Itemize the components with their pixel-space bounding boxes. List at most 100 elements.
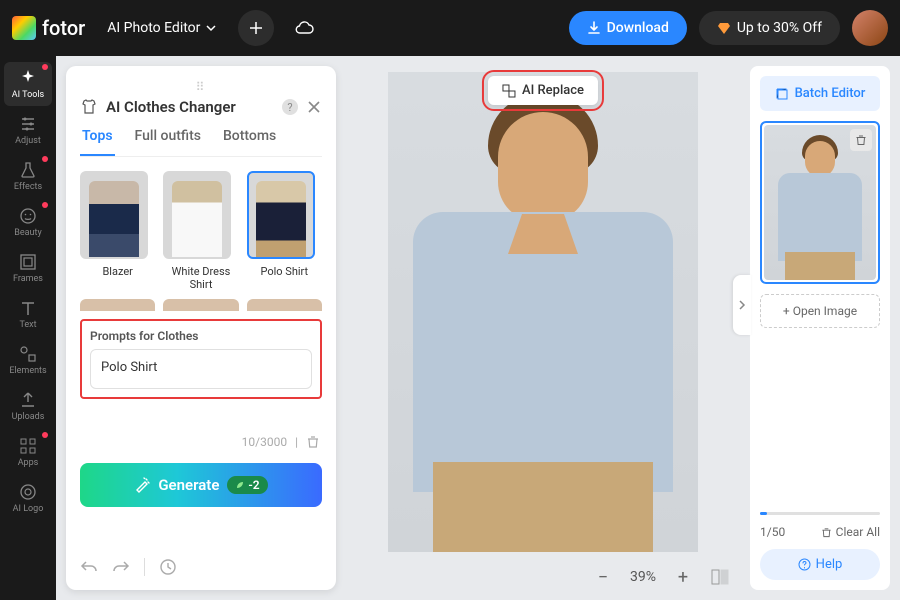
tool-effects[interactable]: Effects [4, 154, 52, 198]
trash-icon[interactable] [306, 435, 320, 449]
left-toolbar: AI Tools Adjust Effects Beauty Frames [0, 56, 56, 600]
image-thumbnail[interactable] [760, 121, 880, 284]
plus-icon [249, 21, 263, 35]
download-button[interactable]: Download [569, 11, 687, 45]
tool-elements[interactable]: Elements [4, 338, 52, 382]
open-image-label: Open Image [793, 304, 857, 318]
compare-icon[interactable] [710, 567, 730, 587]
close-icon[interactable] [306, 99, 322, 115]
frame-icon [18, 252, 38, 272]
user-avatar[interactable] [852, 10, 888, 46]
trash-icon [855, 134, 867, 146]
clear-all-button[interactable]: Clear All [821, 525, 880, 539]
tab-bottoms[interactable]: Bottoms [221, 128, 278, 156]
prompt-input-box[interactable]: Polo Shirt [90, 349, 312, 389]
upload-icon [18, 390, 38, 410]
tool-ai-tools[interactable]: AI Tools [4, 62, 52, 106]
undo-icon[interactable] [80, 558, 98, 576]
mode-dropdown[interactable]: AI Photo Editor [97, 14, 226, 42]
mode-label: AI Photo Editor [107, 20, 200, 36]
zoom-out-button[interactable]: − [590, 564, 616, 590]
ai-replace-badge[interactable]: AI Replace [488, 76, 598, 105]
help-button[interactable]: Help [760, 549, 880, 580]
sparkle-icon [18, 68, 38, 88]
tab-tops[interactable]: Tops [80, 128, 115, 156]
tool-label: Text [19, 320, 36, 330]
tool-text[interactable]: Text [4, 292, 52, 336]
generate-label: Generate [158, 476, 219, 494]
preset-polo-shirt[interactable] [247, 171, 315, 259]
divider: | [295, 435, 298, 449]
notification-dot [42, 156, 48, 162]
notification-dot [42, 202, 48, 208]
tshirt-icon [80, 98, 98, 116]
plus-inline: + [783, 304, 793, 318]
ai-clothes-panel: ⠿ AI Clothes Changer ? Tops Full outfits… [66, 66, 336, 590]
brand-logo[interactable]: fotor [12, 16, 85, 40]
top-bar: fotor AI Photo Editor Download Up to 30%… [0, 0, 900, 56]
tool-frames[interactable]: Frames [4, 246, 52, 290]
more-presets-peek [80, 299, 322, 311]
text-icon [18, 298, 38, 318]
delete-thumbnail-button[interactable] [850, 129, 872, 151]
cloud-icon [294, 21, 314, 35]
canvas-area: AI Replace − 39% + [336, 56, 750, 600]
stack-icon [775, 87, 789, 101]
open-image-button[interactable]: + Open Image [760, 294, 880, 328]
download-icon [587, 21, 601, 35]
page-indicator: 1/50 [760, 525, 785, 539]
download-label: Download [607, 20, 669, 36]
tab-full-outfits[interactable]: Full outfits [133, 128, 203, 156]
chevron-down-icon [206, 23, 216, 33]
grid-icon [18, 436, 38, 456]
canvas-image[interactable] [388, 72, 698, 552]
canvas-footer: − 39% + [336, 554, 750, 600]
preset-label: Blazer [80, 265, 155, 278]
preset-blazer[interactable] [80, 171, 148, 259]
replace-icon [502, 84, 516, 98]
tool-label: Effects [14, 182, 42, 192]
credits-value: -2 [248, 478, 259, 492]
tool-apps[interactable]: Apps [4, 430, 52, 474]
face-icon [18, 206, 38, 226]
sliders-icon [18, 114, 38, 134]
tool-label: Uploads [12, 412, 45, 422]
drag-handle[interactable]: ⠿ [196, 80, 207, 94]
credits-badge: -2 [227, 476, 267, 494]
zoom-level: 39% [630, 569, 656, 585]
right-panel: Batch Editor + Open Image 1/50 Clear All [750, 66, 890, 590]
tool-label: Apps [18, 458, 39, 468]
tool-uploads[interactable]: Uploads [4, 384, 52, 428]
clothes-tabs: Tops Full outfits Bottoms [80, 128, 322, 157]
zoom-in-button[interactable]: + [670, 564, 696, 590]
add-button[interactable] [238, 10, 274, 46]
tool-beauty[interactable]: Beauty [4, 200, 52, 244]
notification-dot [42, 432, 48, 438]
shapes-icon [18, 344, 38, 364]
preset-white-shirt[interactable] [163, 171, 231, 259]
tool-ai-logo[interactable]: AI Logo [4, 476, 52, 520]
history-icon[interactable] [159, 558, 177, 576]
ai-replace-label: AI Replace [522, 83, 584, 98]
promo-button[interactable]: Up to 30% Off [699, 11, 840, 45]
preset-label: Polo Shirt [247, 265, 322, 278]
wand-icon [134, 477, 150, 493]
tool-adjust[interactable]: Adjust [4, 108, 52, 152]
help-icon[interactable]: ? [282, 99, 298, 115]
prompt-label: Prompts for Clothes [90, 329, 312, 343]
logo-icon [12, 16, 36, 40]
cloud-sync-button[interactable] [286, 10, 322, 46]
flask-icon [18, 160, 38, 180]
batch-label: Batch Editor [795, 86, 866, 101]
tool-label: AI Tools [12, 90, 44, 100]
redo-icon[interactable] [112, 558, 130, 576]
expand-right-tab[interactable] [733, 275, 751, 335]
generate-button[interactable]: Generate -2 [80, 463, 322, 507]
panel-title: AI Clothes Changer [106, 98, 274, 116]
canvas-stage[interactable]: AI Replace [336, 56, 750, 554]
preset-label: White Dress Shirt [163, 265, 238, 291]
batch-editor-button[interactable]: Batch Editor [760, 76, 880, 111]
tool-label: Adjust [15, 136, 41, 146]
clothes-presets: Blazer White Dress Shirt Polo Shirt [80, 171, 322, 291]
tool-label: Frames [13, 274, 43, 284]
